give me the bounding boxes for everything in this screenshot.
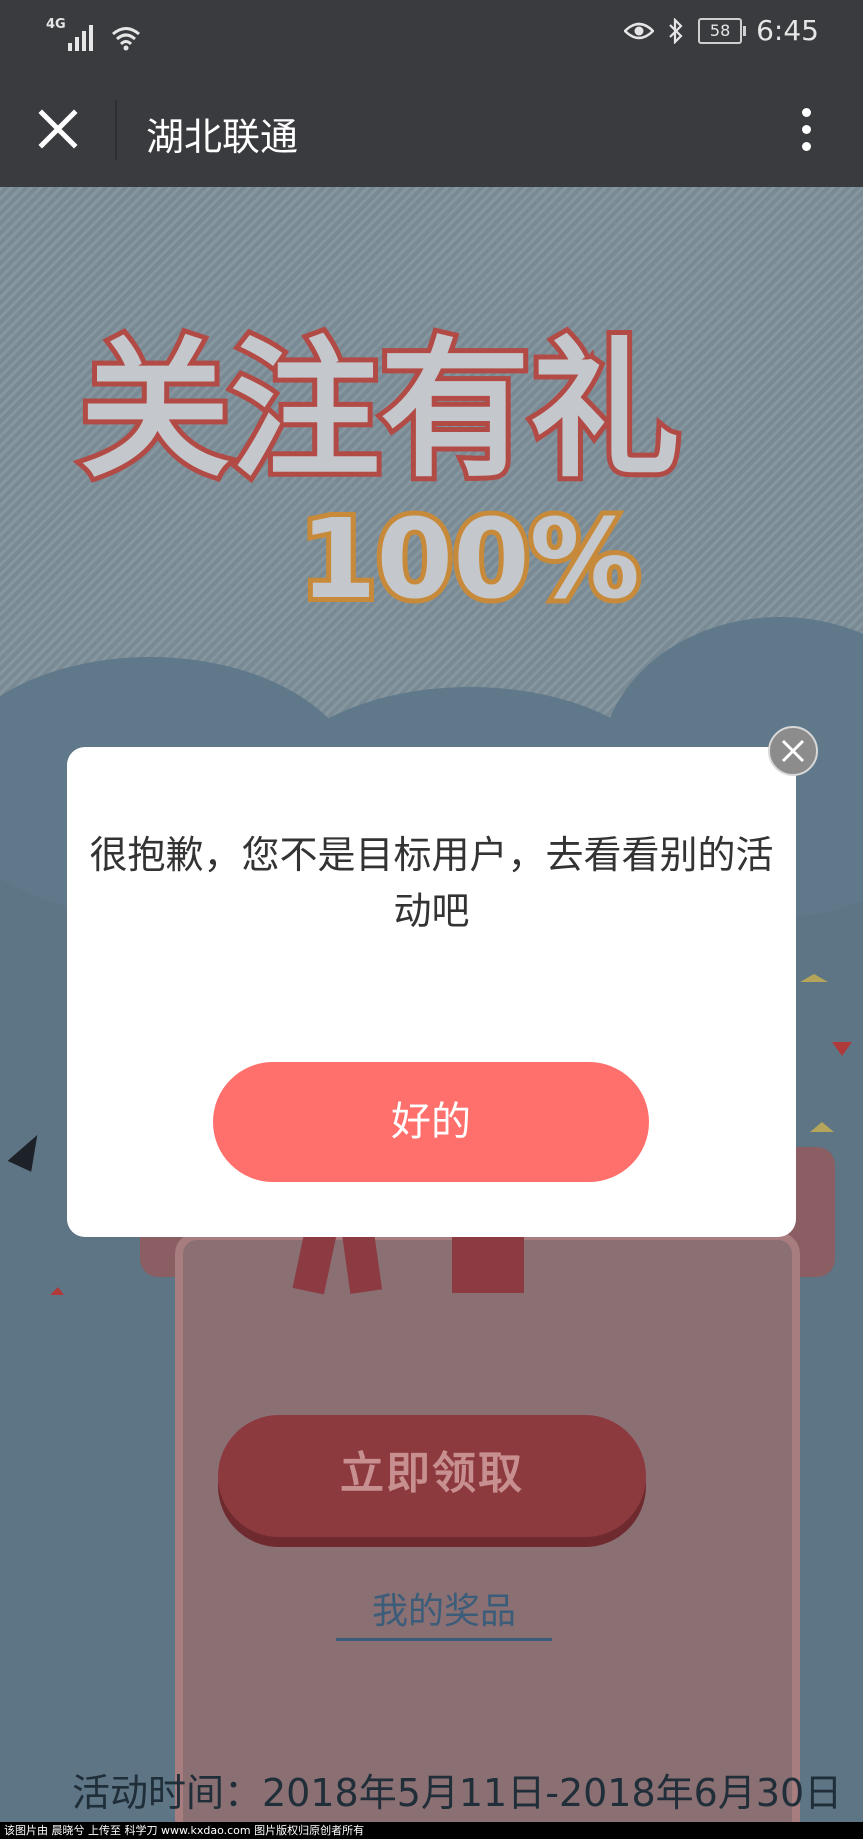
confetti-piece <box>800 974 828 982</box>
ok-button[interactable]: 好的 <box>213 1062 649 1182</box>
activity-period: 活动时间：2018年5月11日-2018年6月30日 <box>72 1771 843 1815</box>
dialog-close-button[interactable] <box>768 726 818 776</box>
confetti-piece <box>7 1128 47 1172</box>
alert-dialog: 很抱歉，您不是目标用户，去看看别的活动吧 好的 <box>67 747 796 1237</box>
image-watermark: 该图片由 晨晓兮 上传至 科学刀 www.kxdao.com 图片版权归原创者所… <box>0 1822 863 1839</box>
confetti-piece <box>832 1042 852 1056</box>
bluetooth-icon <box>669 17 683 44</box>
network-type: 4G <box>46 17 66 32</box>
banner-percent-text: 100% <box>300 495 640 623</box>
battery-level: 58 <box>709 20 731 40</box>
title-divider <box>115 100 117 160</box>
confetti-piece <box>810 1122 834 1132</box>
banner-title-text: 关注有礼 <box>80 324 680 498</box>
more-menu-icon[interactable] <box>799 102 815 158</box>
title-bar: 湖北联通 <box>0 72 863 187</box>
claim-now-button[interactable]: 立即领取 <box>218 1415 646 1537</box>
battery-icon: 58 <box>698 17 747 44</box>
dialog-message: 很抱歉，您不是目标用户，去看看别的活动吧 <box>89 833 774 933</box>
close-icon <box>781 739 805 763</box>
status-bar: 4G 58 6:45 <box>0 0 863 72</box>
signal-area: 4G <box>46 18 141 51</box>
close-icon[interactable] <box>34 105 82 153</box>
confetti-piece <box>50 1287 64 1295</box>
status-right: 58 6:45 <box>624 14 819 47</box>
eye-comfort-icon <box>624 22 655 39</box>
wifi-icon <box>111 27 140 51</box>
clock: 6:45 <box>756 14 819 47</box>
page-title: 湖北联通 <box>146 115 299 159</box>
my-prizes-link[interactable]: 我的奖品 <box>336 1582 552 1641</box>
signal-icon <box>67 21 93 51</box>
banner-headline: 关注有礼 100% <box>75 319 685 627</box>
